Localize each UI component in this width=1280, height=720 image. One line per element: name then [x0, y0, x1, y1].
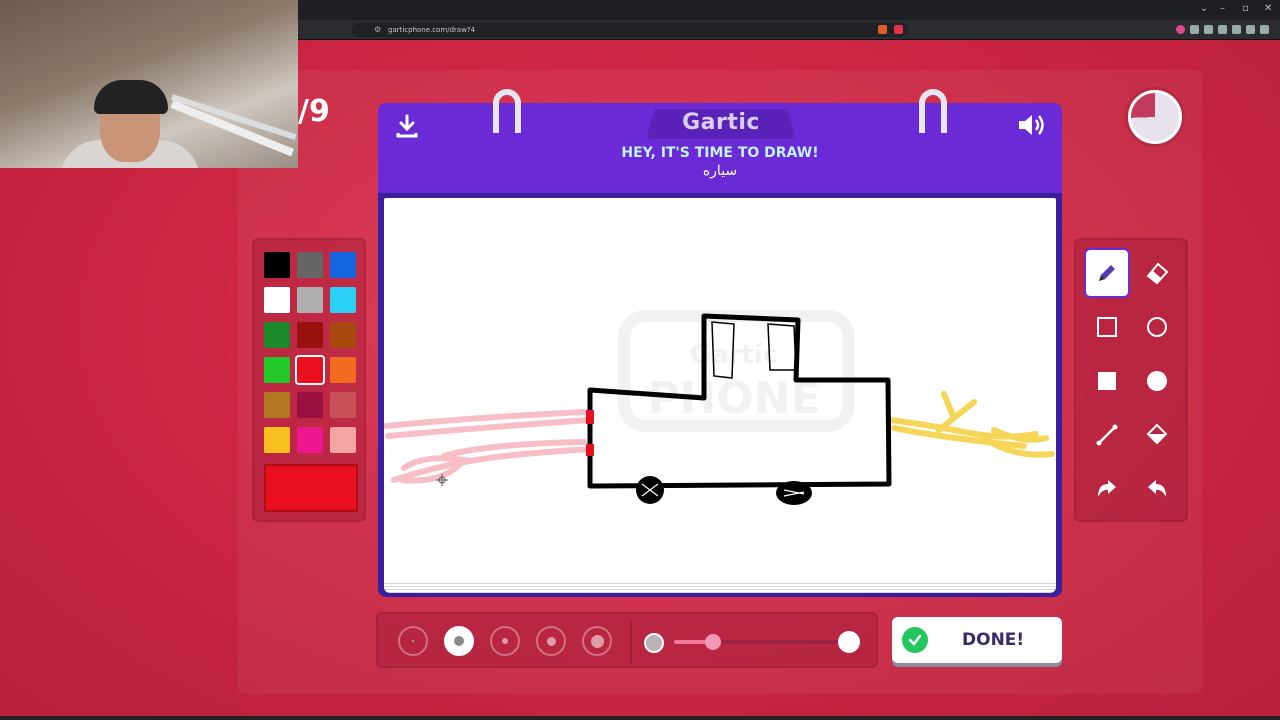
maximize-icon[interactable]: ▫	[1242, 3, 1249, 14]
opacity-low-icon	[644, 633, 664, 653]
pencil-icon[interactable]	[1084, 248, 1130, 298]
color-swatch[interactable]	[295, 355, 325, 385]
color-swatch[interactable]	[297, 427, 323, 453]
notebook-pages	[384, 581, 1056, 593]
current-color-preview	[264, 464, 358, 512]
undo-icon[interactable]	[1086, 466, 1128, 512]
circle-filled-icon[interactable]	[1136, 358, 1178, 404]
color-swatch[interactable]	[264, 252, 290, 278]
done-button-label: DONE!	[962, 630, 1025, 650]
color-swatch[interactable]	[297, 252, 323, 278]
color-swatch[interactable]	[330, 287, 356, 313]
color-swatch[interactable]	[330, 357, 356, 383]
fill-bucket-icon[interactable]	[1136, 412, 1178, 458]
taskbar	[0, 716, 1280, 720]
webcam-overlay	[0, 0, 298, 168]
brave-shields-icon[interactable]	[878, 25, 887, 34]
opacity-high-icon	[838, 631, 860, 653]
check-icon	[902, 627, 928, 653]
url-field[interactable]: ⚙ garticphone.com/draw?4	[352, 23, 908, 37]
extension-icon[interactable]	[1190, 25, 1199, 34]
brush-size-4[interactable]	[536, 626, 566, 656]
brush-size-3[interactable]	[490, 626, 520, 656]
word-to-draw: سياره	[702, 163, 738, 179]
game-logo: Gartic	[682, 110, 760, 135]
opacity-slider-thumb[interactable]	[704, 634, 721, 650]
close-icon[interactable]: ✕	[1264, 3, 1272, 14]
color-swatch[interactable]	[264, 427, 290, 453]
color-swatch[interactable]	[264, 357, 290, 383]
card-header: Gartic HEY, IT'S TIME TO DRAW! سياره	[378, 103, 1062, 193]
color-swatch[interactable]	[264, 322, 290, 348]
line-icon[interactable]	[1086, 412, 1128, 458]
shield-icon[interactable]	[1246, 25, 1255, 34]
sidebar-icon[interactable]	[1204, 25, 1213, 34]
chevron-down-icon[interactable]: ⌄	[1200, 3, 1208, 14]
color-swatch[interactable]	[297, 392, 323, 418]
color-swatch[interactable]	[330, 392, 356, 418]
brush-size-1[interactable]	[398, 626, 428, 656]
site-info-icon[interactable]: ⚙	[374, 23, 381, 37]
menu-icon[interactable]	[1260, 25, 1269, 34]
square-outline-icon[interactable]	[1086, 304, 1128, 350]
color-swatch[interactable]	[330, 252, 356, 278]
square-filled-icon[interactable]	[1086, 358, 1128, 404]
binder-ring	[493, 89, 521, 133]
drawing-card: Gartic HEY, IT'S TIME TO DRAW! سياره Gar…	[378, 89, 1062, 597]
color-swatch[interactable]	[297, 287, 323, 313]
brush-settings-bar	[376, 612, 878, 668]
volume-icon[interactable]	[1016, 111, 1046, 143]
timer-icon	[1128, 90, 1182, 144]
drawing-canvas[interactable]: Gartic PHONE	[383, 198, 1056, 584]
extension-icon[interactable]	[1176, 25, 1185, 34]
color-swatch[interactable]	[297, 322, 323, 348]
opacity-slider[interactable]	[674, 634, 850, 650]
eraser-icon[interactable]	[1136, 250, 1178, 296]
brush-size-2[interactable]	[444, 626, 474, 656]
extensions-icon[interactable]	[1232, 25, 1241, 34]
circle-outline-icon[interactable]	[1136, 304, 1178, 350]
rewards-icon[interactable]	[894, 25, 903, 34]
round-indicator: /9	[298, 94, 330, 129]
redo-icon[interactable]	[1136, 466, 1178, 512]
color-palette	[252, 238, 366, 522]
color-swatch[interactable]	[264, 287, 290, 313]
brush-size-5[interactable]	[582, 626, 612, 656]
tool-panel	[1074, 238, 1188, 522]
done-button[interactable]: DONE!	[892, 617, 1062, 663]
binder-ring	[919, 89, 947, 133]
url-text: garticphone.com/draw?4	[388, 26, 476, 34]
color-swatch[interactable]	[330, 322, 356, 348]
prompt-title: HEY, IT'S TIME TO DRAW!	[621, 145, 819, 161]
download-icon[interactable]	[394, 113, 420, 143]
tabs-icon[interactable]	[1218, 25, 1227, 34]
color-swatch[interactable]	[330, 427, 356, 453]
minimize-icon[interactable]: –	[1220, 3, 1225, 14]
color-swatch[interactable]	[264, 392, 290, 418]
